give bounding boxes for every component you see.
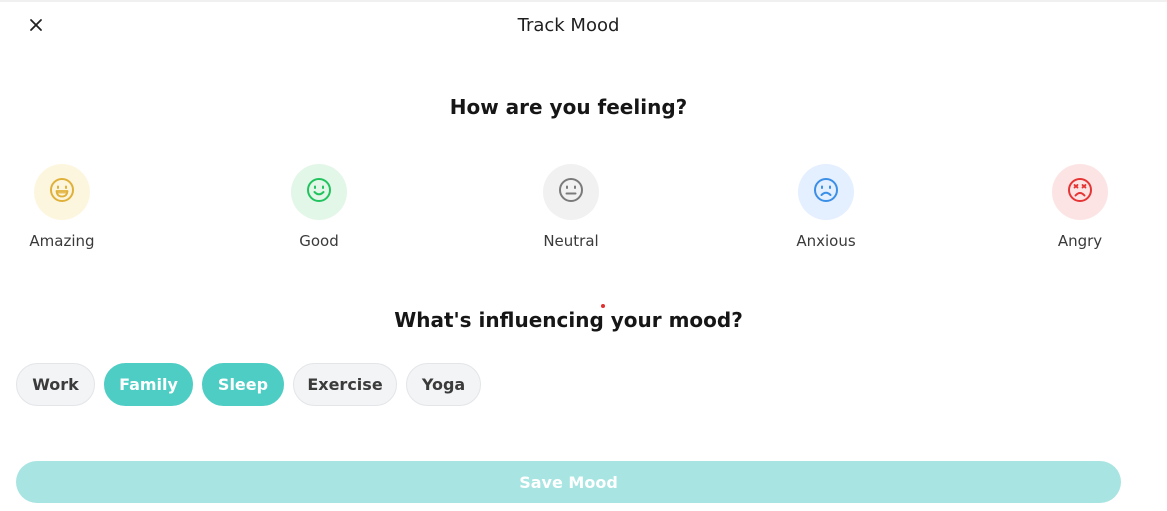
- frown-face-icon: [813, 177, 839, 207]
- feeling-question: How are you feeling?: [449, 95, 688, 119]
- mood-label: Good: [299, 232, 339, 250]
- mood-option-good[interactable]: Good: [259, 164, 379, 251]
- mood-circle: [1052, 164, 1108, 220]
- neutral-face-icon: [558, 177, 584, 207]
- mood-option-neutral[interactable]: Neutral: [511, 164, 631, 251]
- mood-label: Anxious: [796, 232, 856, 250]
- mood-option-angry[interactable]: Angry: [1020, 164, 1140, 251]
- angry-face-icon: [1067, 177, 1093, 207]
- mood-option-amazing[interactable]: Amazing: [2, 164, 122, 251]
- influence-question: What's influencing your mood?: [394, 308, 743, 332]
- page-title: Track Mood: [517, 15, 620, 36]
- mood-circle: [34, 164, 90, 220]
- mood-circle: [543, 164, 599, 220]
- grin-face-icon: [49, 177, 75, 207]
- mood-label: Amazing: [29, 232, 95, 250]
- save-mood-button[interactable]: Save Mood: [16, 461, 1121, 503]
- tag-yoga[interactable]: Yoga: [406, 363, 481, 406]
- tag-family[interactable]: Family: [104, 363, 193, 406]
- tag-sleep[interactable]: Sleep: [202, 363, 284, 406]
- influence-tags: Work Family Sleep Exercise Yoga: [16, 363, 481, 406]
- tag-exercise[interactable]: Exercise: [293, 363, 397, 406]
- mood-label: Angry: [1057, 232, 1103, 250]
- mood-circle: [798, 164, 854, 220]
- mood-option-anxious[interactable]: Anxious: [766, 164, 886, 251]
- mood-circle: [291, 164, 347, 220]
- tag-work[interactable]: Work: [16, 363, 95, 406]
- mood-label: Neutral: [543, 232, 599, 250]
- top-divider: [0, 0, 1167, 2]
- smile-face-icon: [306, 177, 332, 207]
